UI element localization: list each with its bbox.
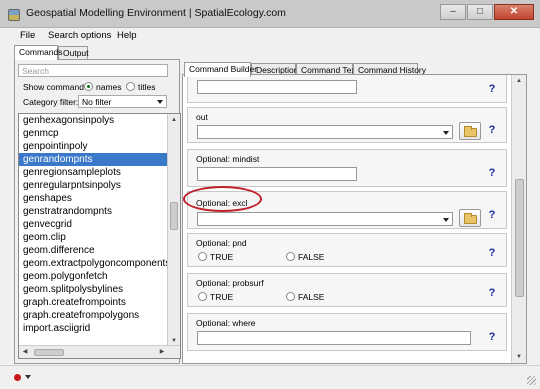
pnd-true-label: TRUE [210,252,234,262]
param-box-excl: Optional: excl [187,191,507,229]
command-builder-panel: ? out ? Optional: mindist ? Optional: ex… [182,74,527,364]
param-box-previous [187,75,507,103]
command-list-item[interactable]: geom.extractpolygoncomponents [19,257,170,270]
pnd-true-radio[interactable] [198,252,207,261]
chevron-down-icon [157,100,163,104]
command-list-items: genhexagonsinpolys genmcp genpointinpoly ge… [19,114,170,335]
menu-search-options[interactable]: Search options [48,30,111,41]
scroll-down-icon[interactable]: ▼ [512,351,526,363]
out-label: out [196,112,208,122]
command-list[interactable]: genhexagonsinpolys genmcp genpointinpoly ge… [18,113,181,359]
menu-help[interactable]: Help [117,30,137,41]
folder-icon [464,213,477,224]
tab-command-builder[interactable]: Command Builder [184,62,257,77]
command-list-item[interactable]: genrandompnts [19,153,167,166]
command-list-item[interactable]: import.asciigrid [19,322,167,335]
menu-file[interactable]: File [20,30,35,41]
where-input[interactable] [197,331,471,345]
command-list-item[interactable]: genregionsampleplots [19,166,167,179]
param-box-pnd: Optional: pnd TRUE FALSE [187,233,507,267]
param-box-probsurf: Optional: probsurf TRUE FALSE [187,273,507,307]
mindist-input[interactable] [197,167,357,181]
radio-titles[interactable] [126,82,135,91]
probsurf-false-radio[interactable] [286,292,295,301]
scroll-up-icon[interactable]: ▲ [168,114,180,126]
minimize-button[interactable]: – [440,4,466,20]
builder-vscroll[interactable]: ▲ ▼ [511,75,526,363]
probsurf-true-label: TRUE [210,292,234,302]
show-command-label: Show command [23,82,84,92]
help-button[interactable]: ? [485,246,499,260]
close-button[interactable]: ✕ [494,4,534,20]
command-list-item[interactable]: graph.createfrompoints [19,296,167,309]
command-list-item[interactable]: geom.splitpolysbylines [19,283,167,296]
where-label: Optional: where [196,318,256,328]
command-list-item[interactable]: genpointinpoly [19,140,167,153]
scroll-up-icon[interactable]: ▲ [512,75,526,87]
param-box-where: Optional: where [187,313,507,351]
excl-browse-button[interactable] [459,209,481,227]
status-indicator-icon[interactable] [14,374,21,381]
command-list-item[interactable]: genregularpntsinpolys [19,179,167,192]
param-box-mindist: Optional: mindist [187,149,507,187]
command-list-item[interactable]: genmcp [19,127,167,140]
help-button[interactable]: ? [485,82,499,96]
chevron-down-icon [443,218,449,222]
probsurf-true-radio[interactable] [198,292,207,301]
scroll-left-icon[interactable]: ◀ [19,346,31,358]
command-list-item[interactable]: genvecgrid [19,218,167,231]
command-list-item[interactable]: geom.difference [19,244,167,257]
probsurf-label: Optional: probsurf [196,278,264,288]
help-button[interactable]: ? [485,123,499,137]
pnd-label: Optional: pnd [196,238,247,248]
category-filter-label: Category filter: [23,97,79,107]
mindist-label: Optional: mindist [196,154,260,164]
pnd-false-radio[interactable] [286,252,295,261]
help-button[interactable]: ? [485,166,499,180]
help-button[interactable]: ? [485,330,499,344]
excl-label: Optional: excl [196,198,248,208]
chevron-down-icon[interactable] [25,375,31,379]
menu-bar: File Search options Help [0,28,540,44]
excl-select[interactable] [197,212,453,226]
hscroll-thumb[interactable] [34,349,64,356]
resize-grip-icon[interactable] [527,376,536,385]
chevron-down-icon [443,131,449,135]
window-title: Geospatial Modelling Environment | Spati… [26,7,286,19]
search-input[interactable]: Search [18,64,168,77]
title-bar: Geospatial Modelling Environment | Spati… [0,0,540,28]
builder-scroll-thumb[interactable] [515,179,524,297]
help-button[interactable]: ? [485,286,499,300]
command-list-item[interactable]: graph.createfrompolygons [19,309,167,322]
probsurf-false-label: FALSE [298,292,325,302]
command-list-item[interactable]: geom.clip [19,231,167,244]
radio-names-label: names [96,82,122,92]
command-list-vscroll[interactable]: ▲ ▼ [167,114,180,347]
category-filter-select[interactable]: No filter [78,95,167,108]
category-filter-value: No filter [82,97,112,107]
tab-commands[interactable]: Commands [14,45,62,60]
window-controls: – □ ✕ [440,4,534,20]
previous-param-input[interactable] [197,80,357,94]
command-list-item[interactable]: genshapes [19,192,167,205]
radio-names[interactable] [84,82,93,91]
command-list-item[interactable]: geom.polygonfetch [19,270,167,283]
command-list-item[interactable]: genhexagonsinpolys [19,114,167,127]
folder-icon [464,126,477,137]
maximize-button[interactable]: □ [467,4,493,20]
command-list-item[interactable]: genstratrandompnts [19,205,167,218]
out-browse-button[interactable] [459,122,481,140]
status-bar [0,365,540,389]
command-list-hscroll[interactable]: ◀ ▶ [19,345,180,358]
pnd-false-label: FALSE [298,252,325,262]
out-select[interactable] [197,125,453,139]
help-button[interactable]: ? [485,208,499,222]
scroll-right-icon[interactable]: ▶ [156,346,168,358]
param-box-out: out [187,107,507,143]
scroll-thumb[interactable] [170,202,178,230]
app-icon [8,9,20,21]
radio-titles-label: titles [138,82,156,92]
tab-output[interactable]: Output [58,46,89,60]
